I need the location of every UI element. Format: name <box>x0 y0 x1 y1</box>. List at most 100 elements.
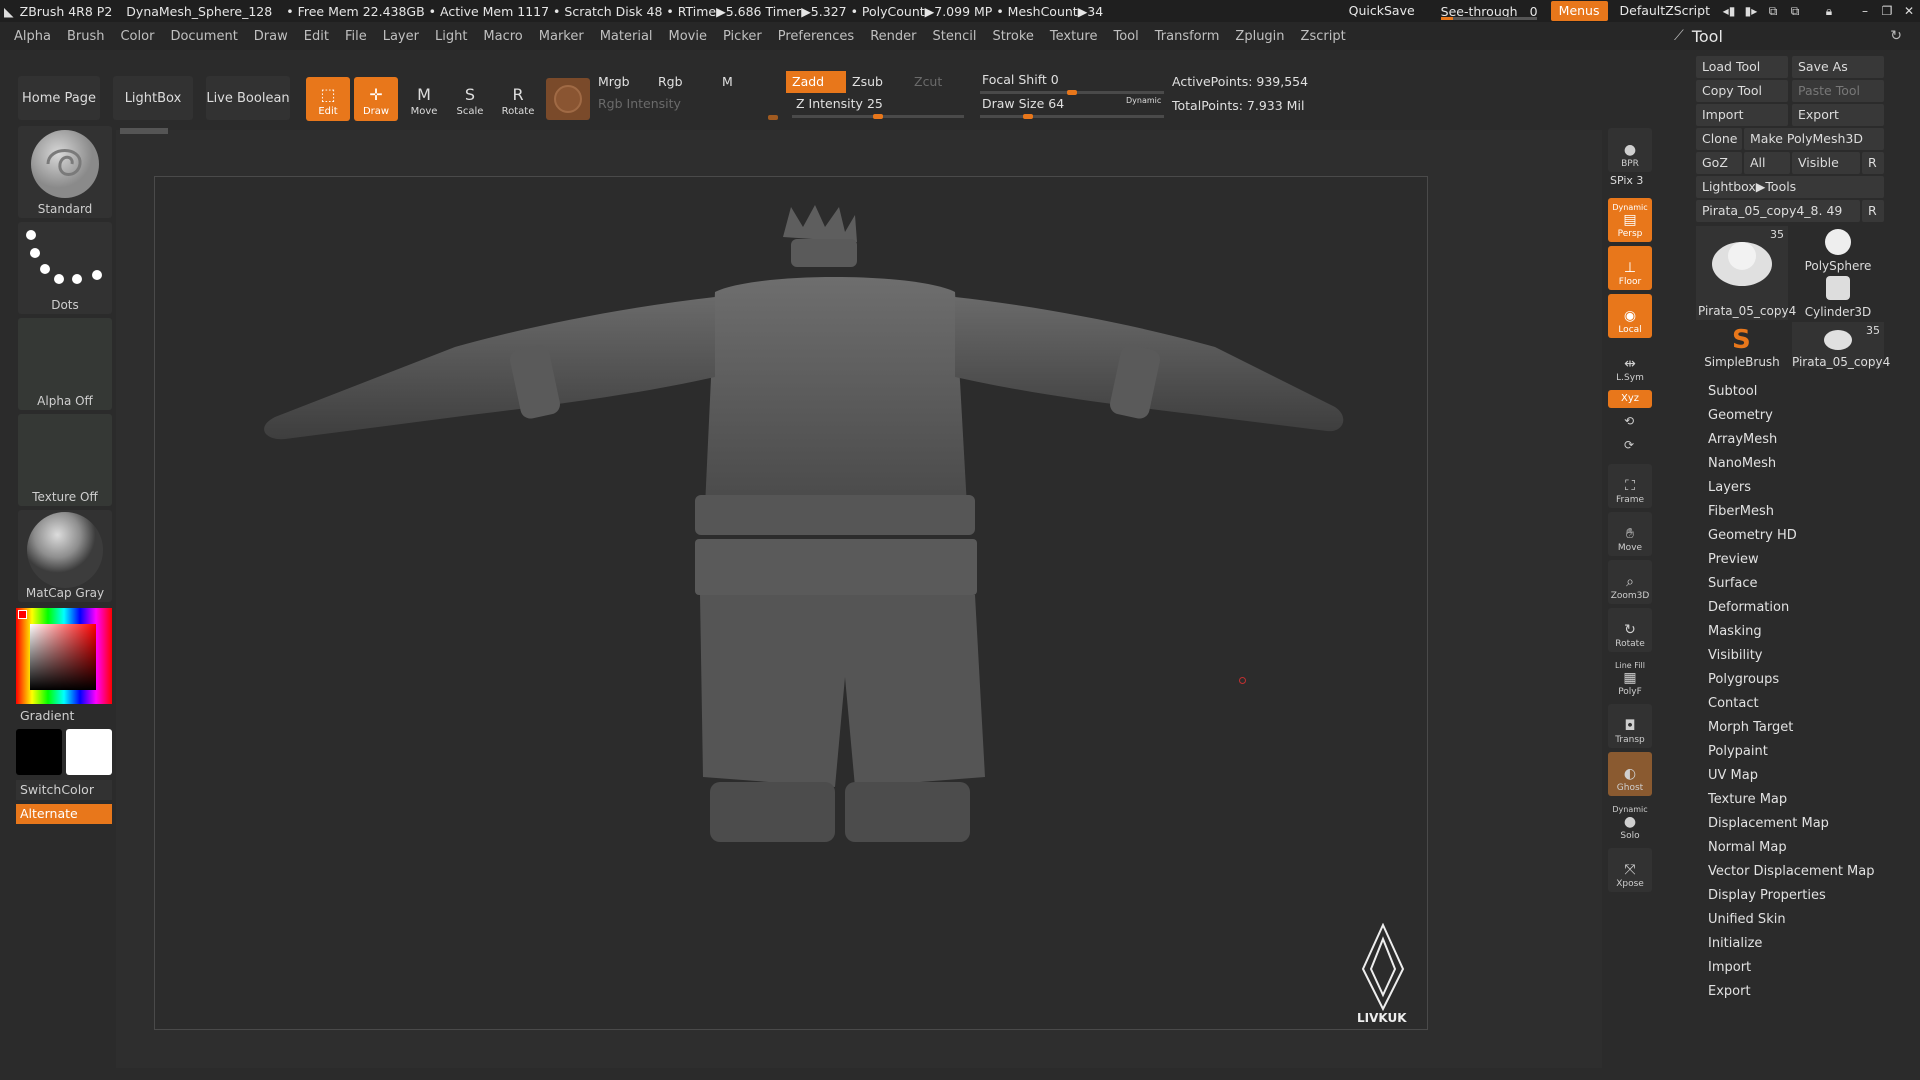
persp-button[interactable]: Dynamic ▤ Persp <box>1608 198 1652 242</box>
goz-r-button[interactable]: R <box>1862 152 1884 174</box>
section-normal-map[interactable]: Normal Map <box>1708 840 1787 855</box>
rgb-intensity-knob[interactable] <box>768 115 778 120</box>
z-intensity-slider[interactable]: Z Intensity 25 <box>790 93 966 115</box>
menu-material[interactable]: Material <box>600 29 653 44</box>
section-polygroups[interactable]: Polygroups <box>1708 672 1779 687</box>
section-preview[interactable]: Preview <box>1708 552 1759 567</box>
section-texture-map[interactable]: Texture Map <box>1708 792 1787 807</box>
all-button[interactable]: All <box>1744 152 1790 174</box>
menu-layer[interactable]: Layer <box>383 29 419 44</box>
menu-zplugin[interactable]: Zplugin <box>1235 29 1284 44</box>
gradient-label[interactable]: Gradient <box>20 708 74 723</box>
tool-thumb-cylinder3d[interactable]: Cylinder3D <box>1792 272 1884 319</box>
m-button[interactable]: M <box>716 71 780 93</box>
menu-brush[interactable]: Brush <box>67 29 105 44</box>
menus-button[interactable]: Menus <box>1550 1 1608 21</box>
tool-thumb-pirata-2[interactable]: 35 Pirata_05_copy4 <box>1792 322 1890 369</box>
bpr-button[interactable]: ● BPR <box>1608 128 1652 172</box>
ghost-button[interactable]: ◐ Ghost <box>1608 752 1652 796</box>
minimize-icon[interactable]: – <box>1854 0 1876 22</box>
menu-stencil[interactable]: Stencil <box>932 29 976 44</box>
alpha-selector[interactable]: Alpha Off <box>18 318 112 410</box>
section-geometry-hd[interactable]: Geometry HD <box>1708 528 1797 543</box>
current-tool-r-button[interactable]: R <box>1862 200 1884 222</box>
floor-button[interactable]: ⊥ Floor <box>1608 246 1652 290</box>
section-display-properties[interactable]: Display Properties <box>1708 888 1826 903</box>
section-displacement-map[interactable]: Displacement Map <box>1708 816 1829 831</box>
section-export[interactable]: Export <box>1708 984 1751 999</box>
menu-render[interactable]: Render <box>870 29 916 44</box>
brush-selector[interactable]: Standard <box>18 126 112 218</box>
xyz-button[interactable]: Xyz <box>1608 390 1652 408</box>
clone-button[interactable]: Clone <box>1696 128 1742 150</box>
zsub-button[interactable]: Zsub <box>846 71 906 93</box>
section-visibility[interactable]: Visibility <box>1708 648 1762 663</box>
menu-preferences[interactable]: Preferences <box>778 29 854 44</box>
rotate-view-button[interactable]: ↻ Rotate <box>1608 608 1652 652</box>
menu-light[interactable]: Light <box>435 29 467 44</box>
spix-slider[interactable]: SPix 3 <box>1610 174 1643 187</box>
section-unified-skin[interactable]: Unified Skin <box>1708 912 1786 927</box>
menu-macro[interactable]: Macro <box>483 29 522 44</box>
tool-thumb-simplebrush[interactable]: S SimpleBrush <box>1696 322 1788 369</box>
menu-draw[interactable]: Draw <box>254 29 288 44</box>
material-selector[interactable]: MatCap Gray <box>18 510 112 602</box>
rgb-button[interactable]: Rgb <box>652 71 716 93</box>
tool-thumb-pirata-1[interactable]: 35 Pirata_05_copy4 <box>1696 226 1796 320</box>
canvas-scroll-handle[interactable] <box>120 128 168 134</box>
menu-color[interactable]: Color <box>120 29 154 44</box>
lock-icon[interactable]: 🔒︎ <box>1818 0 1840 22</box>
canvas-viewport[interactable]: LIVKUK <box>154 176 1428 1030</box>
section-nanomesh[interactable]: NanoMesh <box>1708 456 1776 471</box>
section-deformation[interactable]: Deformation <box>1708 600 1789 615</box>
ui-layout-left-icon[interactable]: ◂▮ <box>1718 0 1740 22</box>
default-zscript-button[interactable]: DefaultZScript <box>1612 1 1719 21</box>
refresh-icon[interactable]: ↻ <box>1890 28 1902 44</box>
section-fibermesh[interactable]: FiberMesh <box>1708 504 1774 519</box>
menu-tool[interactable]: Tool <box>1113 29 1138 44</box>
menu-picker[interactable]: Picker <box>723 29 762 44</box>
main-color-swatch[interactable] <box>16 729 62 775</box>
section-polypaint[interactable]: Polypaint <box>1708 744 1768 759</box>
save-as-button[interactable]: Save As <box>1792 56 1884 78</box>
frame-button[interactable]: ⛶ Frame <box>1608 464 1652 508</box>
rotate-y-icon[interactable]: ⟲ <box>1624 414 1634 428</box>
local-button[interactable]: ◉ Local <box>1608 294 1652 338</box>
lsym-button[interactable]: ⇹ L.Sym <box>1608 342 1652 386</box>
tool-thumb-polysphere[interactable]: PolySphere <box>1792 226 1884 273</box>
section-import[interactable]: Import <box>1708 960 1751 975</box>
load-tool-button[interactable]: Load Tool <box>1696 56 1788 78</box>
edit-mode-button[interactable]: ⬚ Edit <box>306 77 350 121</box>
help-icon[interactable]: ⧉ <box>1762 0 1784 22</box>
z-intensity-knob[interactable] <box>873 114 883 119</box>
section-geometry[interactable]: Geometry <box>1708 408 1773 423</box>
zoom3d-button[interactable]: ⌕ Zoom3D <box>1608 560 1652 604</box>
xpose-button[interactable]: ⤧ Xpose <box>1608 848 1652 892</box>
lightbox-button[interactable]: LightBox <box>113 76 193 120</box>
section-contact[interactable]: Contact <box>1708 696 1759 711</box>
rgb-intensity-slider[interactable]: Rgb Intensity <box>592 93 782 115</box>
import-button[interactable]: Import <box>1696 104 1788 126</box>
menu-alpha[interactable]: Alpha <box>14 29 51 44</box>
section-surface[interactable]: Surface <box>1708 576 1758 591</box>
dynamic-toggle[interactable]: Dynamic <box>1126 96 1161 105</box>
copy-tool-button[interactable]: Copy Tool <box>1696 80 1788 102</box>
section-subtool[interactable]: Subtool <box>1708 384 1757 399</box>
section-initialize[interactable]: Initialize <box>1708 936 1762 951</box>
ui-layout-right-icon[interactable]: ▮▸ <box>1740 0 1762 22</box>
draw-mode-button[interactable]: ✛ Draw <box>354 77 398 121</box>
menu-file[interactable]: File <box>345 29 367 44</box>
home-page-button[interactable]: Home Page <box>18 76 100 120</box>
menu-transform[interactable]: Transform <box>1155 29 1220 44</box>
section-masking[interactable]: Masking <box>1708 624 1762 639</box>
current-tool-slider[interactable]: Pirata_05_copy4_8. 49 <box>1696 200 1860 222</box>
zcut-button[interactable]: Zcut <box>908 71 968 93</box>
see-through-slider[interactable]: See-through 0 <box>1440 4 1538 20</box>
layout-icon[interactable]: ⧉ <box>1784 0 1806 22</box>
section-arraymesh[interactable]: ArrayMesh <box>1708 432 1777 447</box>
focal-shift-slider[interactable]: Focal Shift 0 <box>976 69 1166 91</box>
scale-mode-button[interactable]: S Scale <box>448 77 492 121</box>
zadd-button[interactable]: Zadd <box>786 71 846 93</box>
secondary-color-swatch[interactable] <box>66 729 112 775</box>
section-uv-map[interactable]: UV Map <box>1708 768 1758 783</box>
